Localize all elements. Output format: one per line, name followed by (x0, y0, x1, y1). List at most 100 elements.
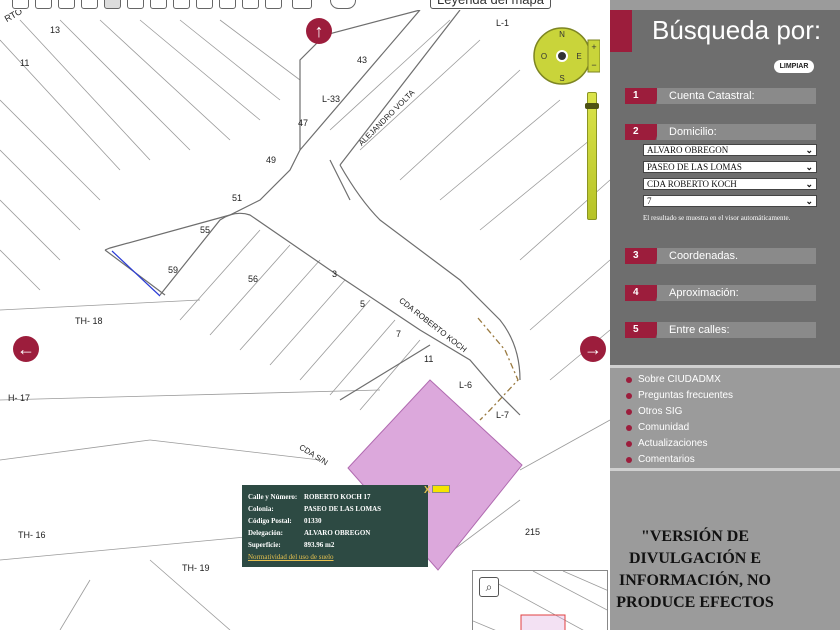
link-sobre[interactable]: Sobre CIUDADMX (624, 372, 733, 388)
marker-tool-button[interactable] (219, 0, 236, 9)
print-icon[interactable] (292, 0, 312, 9)
lot-number: 3 (332, 269, 338, 279)
link-preguntas[interactable]: Preguntas frecuentes (624, 388, 733, 404)
lot-number: 11 (424, 354, 434, 364)
popup-key: Calle y Número: (248, 493, 298, 501)
section-domicilio[interactable]: 2 Domicilio: (625, 124, 816, 140)
lot-number: TH- 18 (75, 316, 103, 326)
lot-number: 59 (168, 265, 179, 275)
section-label: Cuenta Catastral: (657, 88, 816, 104)
extent-tool-button[interactable] (81, 0, 98, 9)
popup-key: Colonia: (248, 505, 274, 513)
section-cuenta-catastral[interactable]: 1 Cuenta Catastral: (625, 88, 816, 104)
zoom-out-tool-button[interactable] (58, 0, 75, 9)
map-legend-button[interactable]: Leyenda del mapa (430, 0, 551, 9)
lot-number: L-6 (459, 380, 473, 390)
lot-number: 49 (266, 155, 277, 165)
divider (610, 468, 840, 471)
area-tool-button[interactable] (265, 0, 282, 9)
info-tool-button[interactable] (127, 0, 144, 9)
pan-left-button[interactable]: ← (13, 336, 39, 362)
zoom-slider-handle[interactable] (585, 103, 599, 109)
magnify-icon[interactable]: ⌕ (479, 577, 499, 597)
zoom-in-tool-button[interactable] (35, 0, 52, 9)
lot-number: TH- 16 (18, 530, 46, 540)
section-label: Aproximación: (657, 285, 816, 301)
chevron-down-icon: ⌄ (805, 145, 813, 155)
section-number: 3 (625, 248, 661, 264)
section-number: 4 (625, 285, 661, 301)
map-toolbar: Leyenda del mapa (0, 0, 610, 10)
delegacion-select[interactable]: ALVARO OBREGON ⌄ (643, 144, 817, 156)
popup-close-button[interactable]: X (424, 485, 431, 496)
select-value: ALVARO OBREGON (647, 145, 729, 155)
popup-value: ROBERTO KOCH 17 (304, 493, 371, 501)
section-entre-calles[interactable]: 5 Entre calles: (625, 322, 816, 338)
lot-number: L-1 (496, 18, 510, 28)
result-hint: El resultado se muestra en el visor auto… (643, 214, 791, 222)
section-coordenadas[interactable]: 3 Coordenadas. (625, 248, 816, 264)
popup-value: ALVARO OBREGON (304, 529, 371, 537)
numero-select[interactable]: 7 ⌄ (643, 195, 817, 207)
divider (610, 365, 840, 368)
popup-key: Delegación: (248, 529, 283, 537)
zoom-slider[interactable] (587, 92, 597, 220)
search-header: Búsqueda por: (610, 10, 840, 52)
info-links: Sobre CIUDADMX Preguntas frecuentes Otro… (624, 372, 733, 468)
pan-tool-button[interactable] (12, 0, 29, 9)
measure-tool-button[interactable] (173, 0, 190, 9)
chevron-down-icon: ⌄ (805, 162, 813, 172)
section-label: Domicilio: (657, 124, 816, 140)
lot-number: TH- 19 (182, 563, 210, 573)
section-aproximacion[interactable]: 4 Aproximación: (625, 285, 816, 301)
clear-button[interactable]: LIMPIAR (774, 60, 814, 73)
compass-south-label: S (559, 74, 564, 83)
search-title: Búsqueda por: (652, 15, 822, 45)
section-number: 5 (625, 322, 661, 338)
search-tool-button[interactable] (196, 0, 213, 9)
lot-number: 5 (360, 299, 366, 309)
lot-number: 7 (396, 329, 402, 339)
chevron-down-icon: ⌄ (805, 179, 813, 189)
land-use-link[interactable]: Normatividad del uso de suelo (248, 551, 422, 563)
calle-select[interactable]: CDA ROBERTO KOCH ⌄ (643, 178, 817, 190)
compass-east-label: E (576, 52, 581, 61)
route-tool-button[interactable] (242, 0, 259, 9)
link-comunidad[interactable]: Comunidad (624, 420, 733, 436)
select-tool-button[interactable] (104, 0, 121, 9)
lot-number: L-7 (496, 410, 510, 420)
section-number: 1 (625, 88, 661, 104)
overview-map[interactable]: ⌕ (472, 570, 608, 630)
lot-number: 13 (50, 25, 61, 35)
map-viewer[interactable]: RTO 13 11 L-1 43 L-33 ALEJANDRO VOLTA 47… (0, 10, 610, 630)
parcel-info-popup: Calle y Número: ROBERTO KOCH 17 Colonia: P… (242, 485, 428, 567)
link-otros-sig[interactable]: Otros SIG (624, 404, 733, 420)
colonia-select[interactable]: PASEO DE LAS LOMAS ⌄ (643, 161, 817, 173)
compass-west-label: O (541, 52, 547, 61)
section-number: 2 (625, 124, 661, 140)
view-tool-button[interactable] (330, 0, 356, 9)
popup-value: 01330 (304, 517, 322, 525)
popup-pointer (432, 485, 450, 493)
chevron-down-icon: ⌄ (805, 196, 813, 206)
section-label: Coordenadas. (657, 248, 816, 264)
lot-number: L-33 (322, 94, 341, 104)
popup-key: Código Postal: (248, 517, 292, 525)
lot-number: 43 (357, 55, 368, 65)
lot-number: 56 (248, 274, 259, 284)
identify-tool-button[interactable] (150, 0, 167, 9)
link-comentarios[interactable]: Comentarios (624, 452, 733, 468)
popup-key: Superficie: (248, 541, 281, 549)
pan-right-button[interactable]: → (580, 336, 606, 362)
disclaimer-notice: "VERSIÓN DE DIVULGACIÓN E INFORMACIÓN, N… (616, 528, 774, 611)
svg-text:+: + (591, 42, 596, 52)
pan-up-button[interactable]: ↑ (306, 18, 332, 44)
link-actualizaciones[interactable]: Actualizaciones (624, 436, 733, 452)
select-value: 7 (647, 196, 652, 206)
select-value: CDA ROBERTO KOCH (647, 179, 737, 189)
svg-text:−: − (591, 60, 596, 70)
search-sidebar: Búsqueda por: LIMPIAR 1 Cuenta Catastral… (610, 0, 840, 630)
section-label: Entre calles: (657, 322, 816, 338)
lot-number: 47 (298, 118, 309, 128)
compass-control[interactable]: + − N S O E (532, 22, 600, 90)
